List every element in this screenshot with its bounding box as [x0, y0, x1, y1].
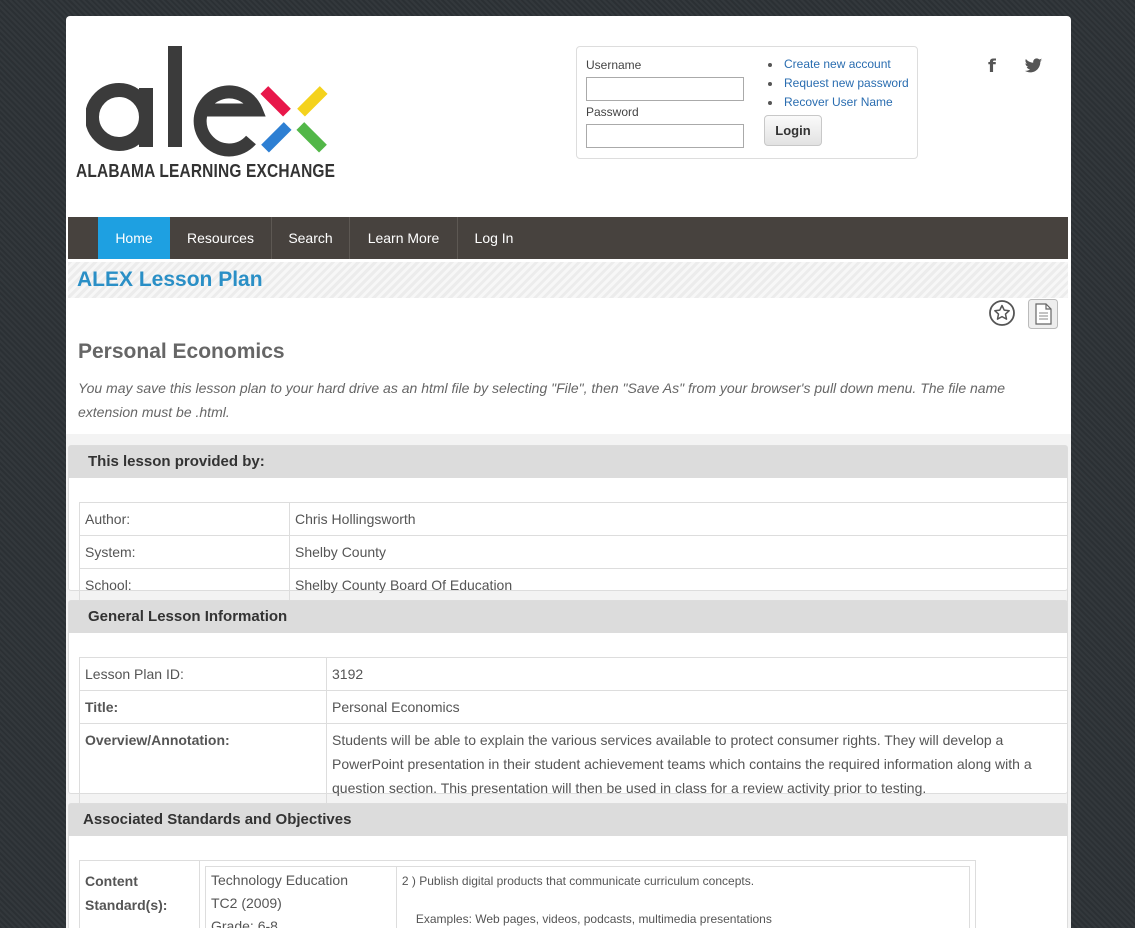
content-standards-label: Content Standard(s):	[79, 860, 200, 928]
page-container: ALABAMA LEARNING EXCHANGE Username Passw…	[66, 16, 1071, 928]
system-label: System:	[79, 535, 290, 569]
login-button[interactable]: Login	[764, 115, 822, 146]
table-row: Author: Chris Hollingsworth	[79, 502, 1068, 536]
standard-detail-table: Technology Education TC2 (2009) Grade: 6…	[205, 866, 971, 928]
table-row: Content Standard(s): Technology Educatio…	[79, 860, 976, 928]
table-row: System: Shelby County	[79, 535, 1068, 569]
author-value: Chris Hollingsworth	[289, 502, 1068, 536]
favorite-star-icon[interactable]	[988, 299, 1016, 327]
account-links: Create new account Request new password …	[766, 57, 909, 114]
title-value: Personal Economics	[326, 690, 1068, 724]
save-instructions: You may save this lesson plan to your ha…	[78, 380, 1006, 420]
lesson-id-value: 3192	[326, 657, 1068, 691]
recover-username-link[interactable]: Recover User Name	[766, 95, 909, 114]
standard-examples: Examples: Web pages, videos, podcasts, m…	[415, 912, 772, 926]
content-label-line1: Content	[85, 873, 138, 889]
lesson-title: Personal Economics	[78, 340, 285, 363]
general-info-heading: General Lesson Information	[69, 601, 1067, 633]
page-title-bar: ALEX Lesson Plan	[68, 262, 1068, 298]
standards-detail-cell: Technology Education TC2 (2009) Grade: 6…	[199, 860, 976, 928]
main-nav: Home Resources Search Learn More Log In	[68, 217, 1068, 259]
password-label: Password	[586, 105, 639, 119]
standards-section: Associated Standards and Objectives Cont…	[68, 803, 1068, 928]
twitter-icon[interactable]	[1024, 58, 1043, 74]
general-info-table: Lesson Plan ID: 3192 Title: Personal Eco…	[79, 657, 1068, 805]
standards-table: Content Standard(s): Technology Educatio…	[79, 860, 976, 928]
provided-by-heading: This lesson provided by:	[69, 446, 1067, 478]
table-row: Overview/Annotation: Students will be ab…	[79, 723, 1068, 805]
nav-search[interactable]: Search	[272, 217, 350, 259]
overview-label: Overview/Annotation:	[79, 723, 327, 805]
standard-code: TC2 (2009)	[211, 895, 282, 911]
username-input[interactable]	[586, 77, 744, 101]
standard-course-cell: Technology Education TC2 (2009) Grade: 6…	[205, 866, 397, 928]
system-value: Shelby County	[289, 535, 1068, 569]
password-input[interactable]	[586, 124, 744, 148]
standards-heading: Associated Standards and Objectives	[69, 804, 1067, 836]
standard-text-cell: 2 ) Publish digital products that commun…	[395, 866, 971, 928]
request-password-link[interactable]: Request new password	[766, 76, 909, 95]
login-form: Username Password Create new account Req…	[576, 46, 918, 159]
standard-text: 2 ) Publish digital products that commun…	[401, 874, 755, 888]
provided-by-table: Author: Chris Hollingsworth System: Shel…	[79, 502, 1068, 602]
nav-log-in[interactable]: Log In	[458, 217, 530, 259]
lesson-id-label: Lesson Plan ID:	[79, 657, 327, 691]
nav-resources[interactable]: Resources	[170, 217, 272, 259]
title-label: Title:	[79, 690, 327, 724]
standard-grade: Grade: 6-8	[211, 918, 278, 928]
nav-learn-more[interactable]: Learn More	[350, 217, 458, 259]
document-icon[interactable]	[1028, 299, 1058, 329]
author-label: Author:	[79, 502, 290, 536]
content-label-line2: Standard(s):	[85, 897, 168, 913]
table-row: Lesson Plan ID: 3192	[79, 657, 1068, 691]
facebook-icon[interactable]: f	[988, 56, 996, 77]
logo-tagline: ALABAMA LEARNING EXCHANGE	[76, 161, 336, 181]
username-label: Username	[586, 58, 642, 72]
table-row: Title: Personal Economics	[79, 690, 1068, 724]
table-row: School: Shelby County Board Of Education	[79, 568, 1068, 602]
provided-by-section: This lesson provided by: Author: Chris H…	[68, 445, 1068, 602]
standard-subject: Technology Education	[211, 872, 348, 888]
school-label: School:	[79, 568, 290, 602]
table-row: Technology Education TC2 (2009) Grade: 6…	[205, 866, 971, 928]
page-title: ALEX Lesson Plan	[77, 268, 263, 291]
create-account-link[interactable]: Create new account	[766, 57, 909, 76]
nav-home[interactable]: Home	[98, 217, 170, 259]
school-value: Shelby County Board Of Education	[289, 568, 1068, 602]
general-info-section: General Lesson Information Lesson Plan I…	[68, 600, 1068, 805]
overview-value: Students will be able to explain the var…	[326, 723, 1068, 805]
